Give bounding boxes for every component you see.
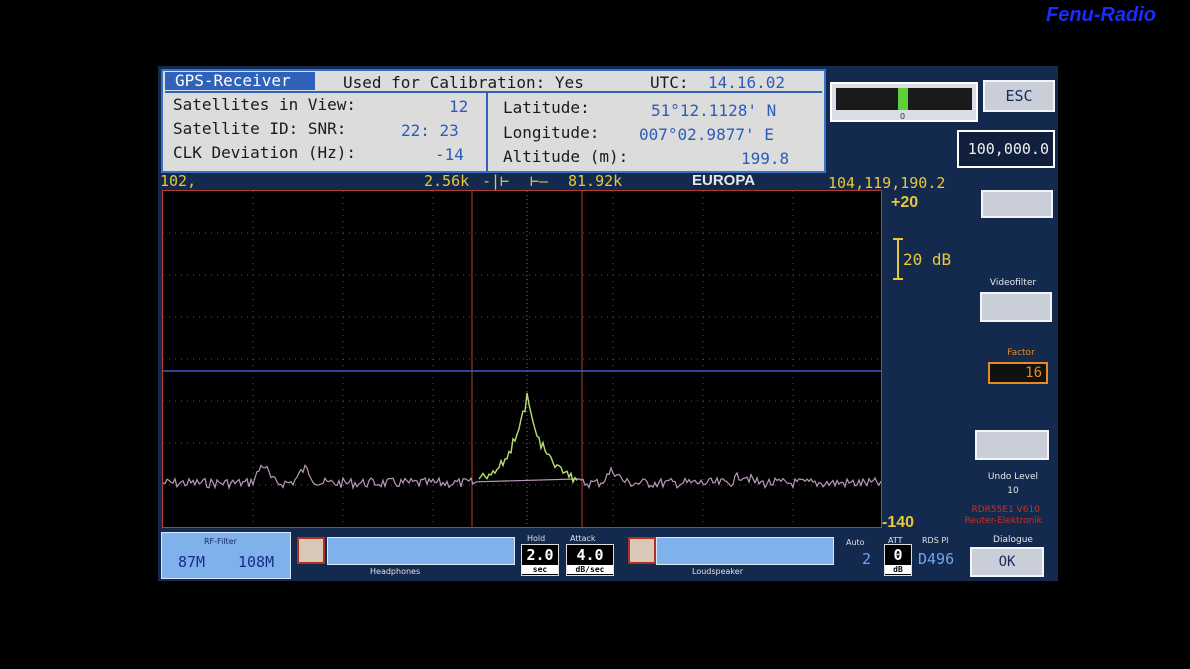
attack-box[interactable]: 4.0 dB/sec [566,544,614,576]
spectrum-svg [163,191,881,527]
noise-trace [163,464,881,490]
hold-value: 2.0 [526,546,554,564]
watermark-text: Fenu-Radio [1046,4,1156,26]
clk-deviation-value: -14 [435,145,464,164]
attack-value: 4.0 [576,546,604,564]
gps-header-divider [165,91,822,93]
gps-receiver-tab[interactable]: GPS-Receiver [165,72,315,90]
att-value: 0 [893,546,903,564]
signal-meter: 0 [830,82,978,122]
auto-label: Auto [846,538,865,547]
loudspeaker-label: Loudspeaker [692,567,743,576]
meter-center-label: 0 [900,112,906,121]
y-axis-bottom-label: -140 [882,514,915,531]
frequency-scale-row: 102, 2.56k -|⊢ ⊢— 81.92k EUROPA 104,119,… [160,172,950,192]
ok-button[interactable]: OK [970,547,1044,577]
rf-high-value: 108M [238,553,275,571]
headphones-slider[interactable] [327,537,515,565]
y-axis-top-label: +20 [891,194,919,211]
att-box[interactable]: 0 dB [884,544,912,576]
hold-unit: sec [522,565,558,574]
headphones-volume-knob[interactable] [297,537,325,564]
rf-low-value: 87M [178,553,206,571]
latitude-label: Latitude: [503,98,590,117]
signal-trace [478,392,578,485]
y-axis-division-label: 20 dB [903,250,952,269]
altitude-label: Altitude (m): [503,147,629,166]
esc-label: ESC [1005,87,1033,105]
utc-label: UTC: [650,73,689,92]
version-label: RDR55E1 V610 [971,505,1041,515]
spectrum-plot[interactable] [162,190,882,528]
frequency-display[interactable]: 100,000.0 [957,130,1055,168]
meter-needle [898,88,908,110]
altitude-value: 199.8 [741,149,790,168]
hold-box[interactable]: 2.0 sec [521,544,559,576]
span-resolution: 2.56k [424,172,470,190]
esc-button[interactable]: ESC [983,80,1055,112]
hold-label: Hold [527,534,546,543]
span-width: 81.92k [568,172,623,190]
satellite-id-label: Satellite ID: SNR: [173,119,347,138]
span-width-icon: ⊢— [530,172,549,190]
resolution-icon: -|⊢ [482,172,510,190]
gps-column-divider [486,93,488,171]
calibration-status: Used for Calibration: Yes [343,73,584,92]
latitude-value: 51°12.1128' N [651,101,777,120]
dialogue-label: Dialogue [993,535,1033,545]
loudspeaker-volume-knob[interactable] [628,537,656,564]
undo-level-value: 10 [1007,486,1019,496]
start-frequency: 102, [160,172,197,190]
rds-pi-label: RDS PI [922,536,949,545]
gps-panel: GPS-Receiver Used for Calibration: Yes U… [161,69,826,173]
satellites-value: 12 [449,97,469,116]
satellite-id-value: 22: 23 [401,121,459,140]
rf-filter-label: RF-Filter [204,537,237,546]
satellites-label: Satellites in View: [173,95,357,114]
auto-value: 2 [862,550,872,568]
videofilter-button[interactable] [980,292,1052,322]
factor-label: Factor [1007,348,1035,358]
division-bracket [893,238,903,280]
region-label: EUROPA [692,172,756,189]
rds-pi-value: D496 [918,550,955,568]
undo-button[interactable] [975,430,1049,460]
longitude-label: Longitude: [503,123,600,142]
headphones-label: Headphones [370,567,421,576]
factor-value[interactable]: 16 [988,362,1048,384]
ok-label: OK [998,554,1016,570]
softkey-1-button[interactable] [981,190,1053,218]
longitude-value: 007°02.9877' E [639,125,774,144]
maker-label: Reuter-Elektronik [964,516,1042,526]
clk-deviation-label: CLK Deviation (Hz): [173,143,357,162]
rf-filter-panel[interactable]: RF-Filter 87M 108M [161,532,291,579]
utc-value: 14.16.02 [708,73,786,92]
videofilter-label: Videofilter [989,278,1037,288]
attack-unit: dB/sec [567,565,613,574]
frequency-value: 100,000.0 [967,140,1049,158]
undo-level-label: Undo Level [987,472,1039,482]
attack-label: Attack [570,534,596,543]
att-unit: dB [885,565,911,574]
loudspeaker-slider[interactable] [656,537,834,565]
